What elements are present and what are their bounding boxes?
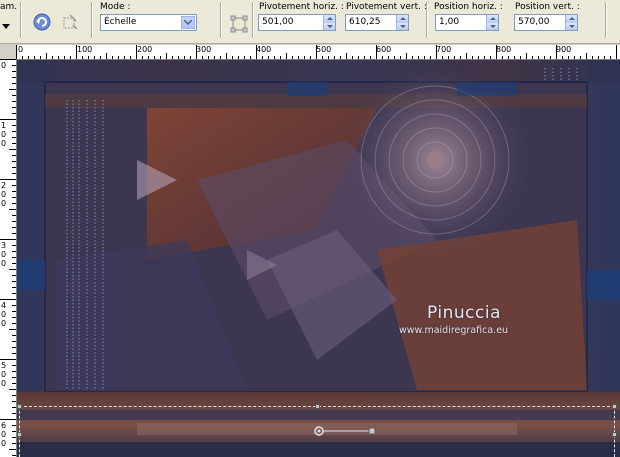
pos-v-label: Position vert. :	[515, 2, 580, 12]
abstract-artwork	[17, 60, 620, 457]
dropdown-arrow-icon[interactable]	[0, 17, 12, 37]
pivot-v-field[interactable]: 610,25	[345, 14, 409, 31]
ruler-label: 100	[77, 45, 93, 54]
pivot-v-value: 610,25	[349, 17, 381, 27]
pos-v-field[interactable]: 570,00	[514, 14, 578, 31]
toolbar-separator	[605, 2, 607, 38]
horizontal-ruler: 0 100 200 300 400 500 600 700 800 900	[16, 45, 620, 60]
spin-down-icon[interactable]	[565, 22, 577, 30]
ruler-label: 200	[1, 181, 7, 208]
toolbar-separator	[91, 2, 93, 38]
ruler-label: 700	[436, 45, 452, 54]
pivot-h-field[interactable]: 501,00	[258, 14, 336, 31]
pivot-v-label: Pivotement vert. :	[346, 2, 427, 12]
corner-handle[interactable]	[612, 404, 617, 409]
spin-up-icon[interactable]	[486, 15, 498, 23]
ruler-label: 800	[496, 45, 512, 54]
mode-label: Mode :	[100, 2, 131, 12]
image-canvas[interactable]: Pinuccia www.maidiregrafica.eu	[17, 60, 620, 457]
pos-h-label: Position horiz. :	[434, 2, 503, 12]
spin-down-icon[interactable]	[323, 22, 335, 30]
ruler-label: 500	[316, 45, 332, 54]
ruler-label: 600	[1, 421, 7, 448]
ruler-label: 600	[376, 45, 392, 54]
toolbar-separator	[20, 2, 22, 38]
pivot-h-value: 501,00	[262, 17, 294, 27]
tool-options-bar: am. : Mode : Échelle Pivotement horiz. :…	[0, 0, 620, 44]
watermark-url: www.maidiregrafica.eu	[399, 325, 509, 336]
pos-h-value: 1,00	[439, 17, 460, 27]
ruler-label: 0	[18, 45, 24, 54]
toolbar-separator	[220, 2, 222, 38]
ruler-corner	[0, 45, 16, 59]
ruler-label: 200	[137, 45, 153, 54]
ruler-label: 400	[1, 301, 7, 328]
spin-down-icon[interactable]	[486, 22, 498, 30]
edge-handle[interactable]	[612, 432, 617, 437]
chevron-down-icon[interactable]	[181, 16, 195, 29]
pivot-h-label: Pivotement horiz. :	[259, 2, 344, 12]
watermark-name: Pinuccia	[427, 303, 501, 323]
deform-bounding-box[interactable]	[17, 404, 617, 457]
ruler-label: 900	[556, 45, 572, 54]
apply-deform-icon[interactable]	[60, 12, 80, 32]
reset-icon[interactable]	[32, 12, 52, 32]
toolbar-separator	[426, 2, 428, 38]
toolbar-separator	[252, 2, 254, 38]
pos-h-field[interactable]: 1,00	[435, 14, 499, 31]
edge-handle[interactable]	[315, 404, 320, 409]
mode-value: Échelle	[104, 17, 137, 27]
spin-up-icon[interactable]	[323, 15, 335, 23]
vertical-ruler: 0 100 200 300 400 500 600	[0, 59, 17, 457]
ruler-label: 400	[256, 45, 272, 54]
spin-down-icon[interactable]	[396, 22, 408, 30]
ruler-label: 0	[1, 61, 7, 70]
spin-up-icon[interactable]	[565, 15, 577, 23]
deform-grid-icon[interactable]	[229, 14, 249, 34]
ruler-label: 300	[1, 241, 7, 268]
ruler-label: 100	[1, 121, 7, 148]
corner-handle[interactable]	[17, 404, 22, 409]
edge-handle[interactable]	[17, 432, 22, 437]
pos-v-value: 570,00	[518, 17, 550, 27]
ruler-label: 500	[1, 361, 7, 388]
mode-select[interactable]: Échelle	[100, 14, 197, 31]
ruler-label: 300	[196, 45, 212, 54]
spin-up-icon[interactable]	[396, 15, 408, 23]
rotation-pivot-icon[interactable]	[313, 425, 383, 437]
